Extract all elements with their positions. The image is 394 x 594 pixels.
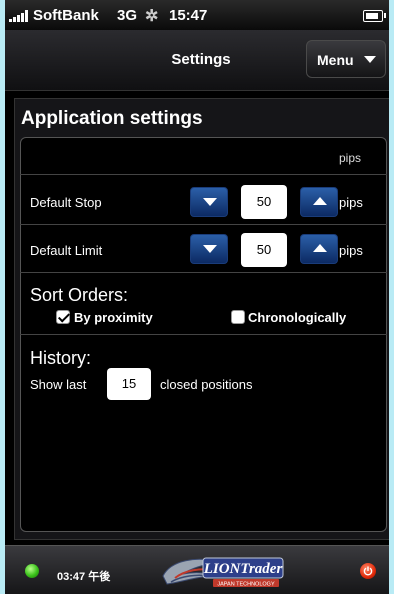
default-limit-label: Default Limit bbox=[30, 243, 103, 258]
default-stop-increase-button[interactable] bbox=[300, 187, 338, 217]
by-proximity-checkbox[interactable] bbox=[56, 310, 70, 324]
default-stop-unit: pips bbox=[339, 195, 363, 210]
lion-trader-logo: LIONTrader JAPAN TECHNOLOGY bbox=[157, 552, 287, 590]
default-limit-input[interactable]: 50 bbox=[241, 233, 287, 267]
default-stop-label: Default Stop bbox=[30, 195, 102, 210]
navigation-bar: Settings Menu bbox=[5, 30, 389, 91]
chronologically-label[interactable]: Chronologically bbox=[248, 310, 346, 325]
history-prefix: Show last bbox=[30, 377, 87, 392]
network-type: 3G bbox=[117, 7, 138, 24]
arrow-down-icon bbox=[203, 245, 217, 253]
carrier-name: SoftBank bbox=[33, 7, 99, 24]
sort-orders-title: Sort Orders: bbox=[30, 285, 129, 305]
logo-text: LIONTrader bbox=[203, 561, 283, 577]
status-bar: SoftBank 3G ✲ 15:47 bbox=[5, 0, 389, 30]
bottom-bar: 03:47 午後 LIONTrader JAPAN TECHNOLOGY bbox=[5, 545, 389, 594]
default-limit-increase-button[interactable] bbox=[300, 234, 338, 264]
footer-time: 03:47 午後 bbox=[57, 571, 111, 583]
app-screen: SoftBank 3G ✲ 15:47 Settings Menu Applic… bbox=[5, 0, 389, 594]
chevron-down-icon bbox=[364, 56, 376, 63]
power-icon[interactable] bbox=[360, 563, 376, 579]
default-limit-decrease-button[interactable] bbox=[190, 234, 228, 264]
default-limit-unit: pips bbox=[339, 243, 363, 258]
history-count-input[interactable]: 15 bbox=[107, 368, 151, 400]
logo-subtext: JAPAN TECHNOLOGY bbox=[217, 582, 275, 588]
by-proximity-label[interactable]: By proximity bbox=[74, 310, 153, 325]
row-divider bbox=[20, 272, 387, 273]
pips-column-header: pips bbox=[339, 151, 362, 165]
signal-strength-icon bbox=[9, 10, 31, 22]
arrow-up-icon bbox=[313, 244, 327, 252]
connection-status-icon bbox=[25, 564, 39, 578]
battery-icon bbox=[363, 10, 383, 22]
chronologically-checkbox[interactable] bbox=[231, 310, 245, 324]
arrow-down-icon bbox=[203, 198, 217, 206]
default-stop-decrease-button[interactable] bbox=[190, 187, 228, 217]
row-divider bbox=[20, 334, 387, 335]
battery-tip bbox=[384, 13, 386, 18]
default-stop-input[interactable]: 50 bbox=[241, 185, 287, 219]
history-title: History: bbox=[30, 348, 92, 368]
status-clock: 15:47 bbox=[169, 7, 208, 24]
history-suffix: closed positions bbox=[160, 377, 253, 392]
menu-button[interactable]: Menu bbox=[306, 40, 386, 78]
menu-button-label: Menu bbox=[317, 52, 354, 68]
row-divider bbox=[20, 224, 387, 225]
section-title: Application settings bbox=[21, 108, 203, 129]
arrow-up-icon bbox=[313, 197, 327, 205]
row-divider bbox=[20, 174, 387, 175]
activity-spinner-icon: ✲ bbox=[145, 8, 159, 25]
